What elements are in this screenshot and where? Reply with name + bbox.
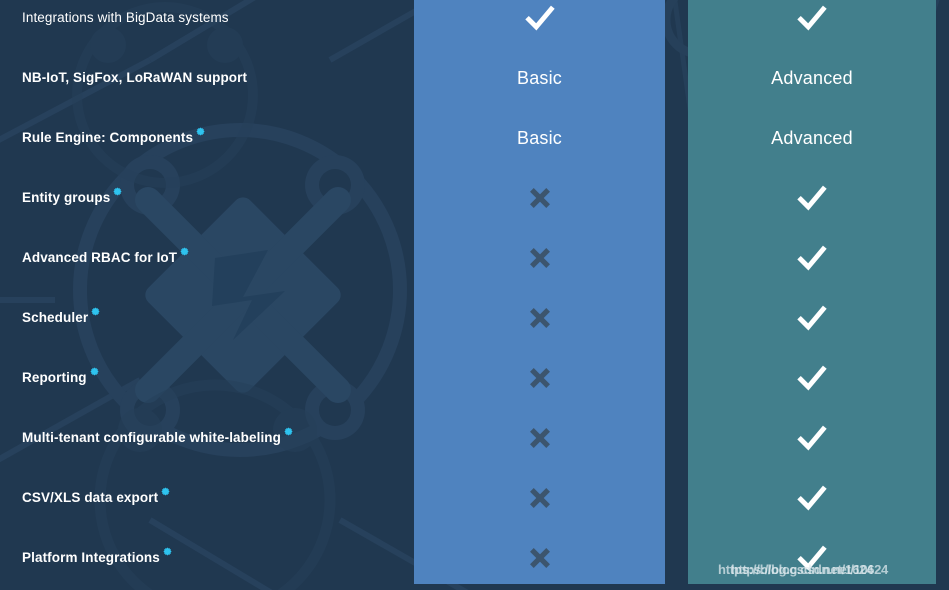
cross-icon bbox=[527, 545, 553, 571]
cross-icon bbox=[527, 185, 553, 211]
feature-label: CSV/XLS data export bbox=[22, 490, 159, 506]
value-cell-basic bbox=[414, 468, 665, 528]
info-starburst-icon[interactable] bbox=[161, 487, 170, 496]
feature-name-cell: Advanced RBAC for IoT bbox=[0, 247, 414, 266]
feature-name-cell: Reporting bbox=[0, 367, 414, 386]
cross-icon bbox=[527, 305, 553, 331]
feature-name-cell: Integrations with BigData systems bbox=[0, 11, 414, 25]
check-icon bbox=[797, 543, 827, 573]
feature-name-cell: Scheduler bbox=[0, 307, 414, 326]
feature-name-cell: CSV/XLS data export bbox=[0, 487, 414, 506]
table-row: Multi-tenant configurable white-labeling bbox=[0, 408, 949, 468]
feature-comparison-table: Integrations with BigData systems NB-IoT,… bbox=[0, 0, 949, 590]
value-cell-basic: Basic bbox=[414, 108, 665, 168]
value-cell-advanced: Advanced bbox=[688, 48, 936, 108]
info-starburst-icon[interactable] bbox=[196, 127, 205, 136]
feature-label: Multi-tenant configurable white-labeling bbox=[22, 430, 281, 446]
info-starburst-icon[interactable] bbox=[113, 187, 122, 196]
info-starburst-icon[interactable] bbox=[284, 427, 293, 436]
cross-icon bbox=[527, 485, 553, 511]
value-cell-basic bbox=[414, 408, 665, 468]
feature-name-cell: Entity groups bbox=[0, 187, 414, 206]
check-icon bbox=[797, 423, 827, 453]
info-starburst-icon[interactable] bbox=[91, 307, 100, 316]
info-starburst-icon[interactable] bbox=[180, 247, 189, 256]
feature-label: Reporting bbox=[22, 370, 87, 386]
check-icon bbox=[797, 243, 827, 273]
table-row: Scheduler bbox=[0, 288, 949, 348]
value-cell-advanced: Advanced bbox=[688, 108, 936, 168]
value-text: Advanced bbox=[771, 68, 853, 88]
value-cell-basic bbox=[414, 228, 665, 288]
table-row: Advanced RBAC for IoT bbox=[0, 228, 949, 288]
feature-label: Advanced RBAC for IoT bbox=[22, 250, 178, 266]
cross-icon bbox=[527, 365, 553, 391]
value-cell-basic bbox=[414, 168, 665, 228]
value-cell-advanced bbox=[688, 228, 936, 288]
value-cell-basic: Basic bbox=[414, 48, 665, 108]
check-icon bbox=[797, 183, 827, 213]
feature-label: Platform Integrations bbox=[22, 550, 160, 566]
cross-icon bbox=[527, 425, 553, 451]
value-cell-advanced bbox=[688, 0, 936, 48]
value-cell-basic bbox=[414, 528, 665, 588]
feature-label: Rule Engine: Components bbox=[22, 130, 194, 146]
value-cell-advanced bbox=[688, 468, 936, 528]
info-starburst-icon[interactable] bbox=[90, 367, 99, 376]
check-icon bbox=[797, 483, 827, 513]
feature-label: NB-IoT, SigFox, LoRaWAN support bbox=[22, 70, 248, 86]
table-row: Rule Engine: Components Basic Advanced bbox=[0, 108, 949, 168]
table-row: CSV/XLS data export bbox=[0, 468, 949, 528]
value-text: Basic bbox=[516, 128, 562, 148]
table-row: NB-IoT, SigFox, LoRaWAN support Basic Adva… bbox=[0, 48, 949, 108]
check-icon bbox=[797, 303, 827, 333]
value-cell-advanced bbox=[688, 528, 936, 588]
value-cell-basic bbox=[414, 348, 665, 408]
info-starburst-icon[interactable] bbox=[163, 547, 172, 556]
value-cell-basic bbox=[414, 0, 665, 48]
table-row: Integrations with BigData systems bbox=[0, 0, 949, 48]
check-icon bbox=[797, 3, 827, 33]
table-row: Reporting bbox=[0, 348, 949, 408]
check-icon bbox=[524, 3, 555, 33]
feature-name-cell: Rule Engine: Components bbox=[0, 127, 414, 146]
cross-icon bbox=[527, 245, 553, 271]
feature-label: Integrations with BigData systems bbox=[22, 10, 229, 26]
feature-name-cell: NB-IoT, SigFox, LoRaWAN support bbox=[0, 71, 414, 85]
check-icon bbox=[797, 363, 827, 393]
value-cell-advanced bbox=[688, 348, 936, 408]
value-cell-basic bbox=[414, 288, 665, 348]
table-row: Entity groups bbox=[0, 168, 949, 228]
feature-label: Scheduler bbox=[22, 310, 89, 326]
value-text: Basic bbox=[516, 68, 562, 88]
value-cell-advanced bbox=[688, 168, 936, 228]
feature-name-cell: Multi-tenant configurable white-labeling bbox=[0, 427, 414, 446]
value-text: Advanced bbox=[771, 128, 853, 148]
feature-name-cell: Platform Integrations bbox=[0, 547, 414, 566]
value-cell-advanced bbox=[688, 408, 936, 468]
table-row: Platform Integrations bbox=[0, 528, 949, 588]
feature-label: Entity groups bbox=[22, 190, 111, 206]
value-cell-advanced bbox=[688, 288, 936, 348]
